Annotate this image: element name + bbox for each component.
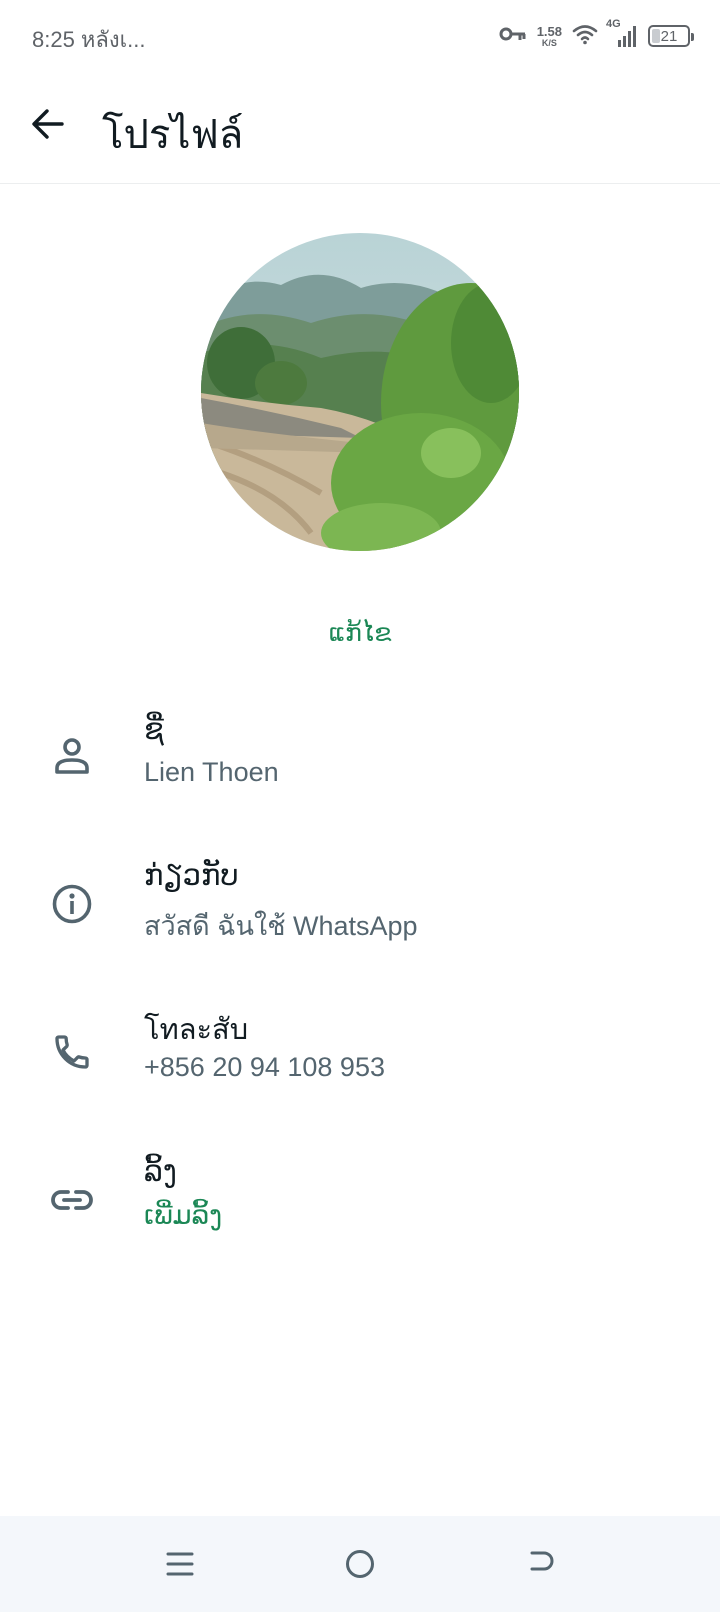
phone-row[interactable]: โทละสับ +856 20 94 108 953 [0,996,720,1116]
about-row[interactable]: ກ່ຽວກັບ สวัสดี ฉันใช้ WhatsApp [0,848,720,968]
back-button[interactable] [20,98,76,154]
network-type: 4G [606,18,621,30]
net-speed-unit: K/S [541,37,557,48]
name-label: ຊື່ [144,714,164,746]
status-icons: 1.58 K/S 4G 21 [499,18,694,52]
menu-icon [165,1549,195,1584]
system-nav-bar [0,1516,720,1612]
phone-label: โทละสับ [144,1014,249,1046]
wifi-icon [572,23,598,50]
status-time: 8:25 หลังเ... [32,27,146,52]
home-button[interactable] [332,1538,388,1594]
net-speed: 1.58 K/S [537,25,562,48]
person-icon [46,730,98,782]
battery-level: 21 [660,27,678,45]
edit-photo-link[interactable]: ແກ້ໄຂ [0,618,720,648]
phone-icon [46,1026,98,1078]
arrow-left-icon [30,106,66,147]
about-label: ກ່ຽວກັບ [144,860,239,892]
battery-icon: 21 [648,25,694,47]
name-value: Lien Thoen [144,757,279,787]
info-icon [46,878,98,930]
links-label: ລິ້ງ [144,1156,177,1188]
link-icon [46,1174,98,1226]
net-speed-value: 1.58 [536,23,562,39]
status-bar: 8:25 หลังเ... 1.58 K/S 4G 21 [0,0,720,72]
home-circle-icon [344,1548,376,1585]
links-row[interactable]: ລິ້ງ ເພີ່ມລິ້ງ [0,1144,720,1264]
profile-photo[interactable] [201,233,519,551]
cellular-signal-icon: 4G [606,18,638,48]
app-bar: โปรไฟล์ [0,72,720,184]
system-back-button[interactable] [512,1538,568,1594]
name-row[interactable]: ຊື່ Lien Thoen [0,700,720,820]
add-link-button[interactable]: ເພີ່ມລິ້ງ [144,1200,222,1231]
page-title: โปรไฟล์ [102,113,244,157]
back-icon [524,1548,556,1585]
about-value: สวัสดี ฉันใช้ WhatsApp [144,911,418,941]
vpn-key-icon [499,24,527,49]
recent-apps-button[interactable] [152,1538,208,1594]
phone-value: +856 20 94 108 953 [144,1052,385,1082]
